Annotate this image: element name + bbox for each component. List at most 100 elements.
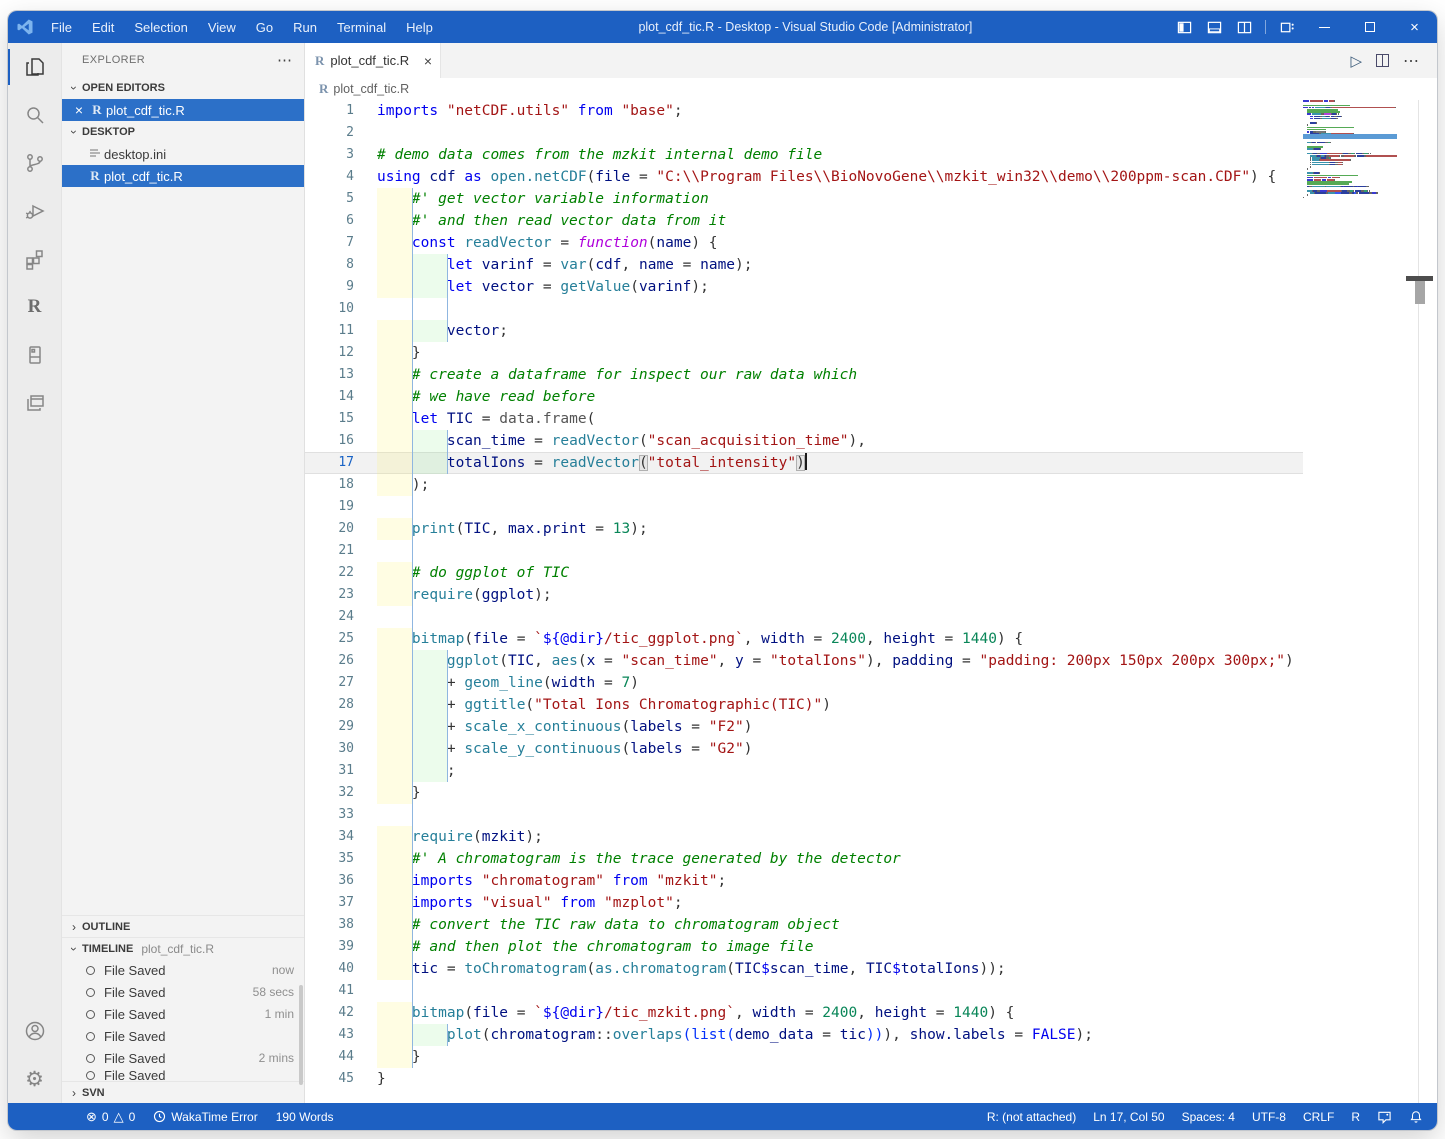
minimize-button[interactable]	[1302, 11, 1347, 43]
code-line[interactable]: 33	[305, 804, 1303, 826]
code-line[interactable]: 39 # and then plot the chromatogram to i…	[305, 936, 1303, 958]
code-line[interactable]: 8 let varinf = var(cdf, name = name);	[305, 254, 1303, 276]
windows-icon[interactable]	[8, 379, 61, 427]
code-line[interactable]: 9 let vector = getValue(varinf);	[305, 276, 1303, 298]
code-line[interactable]: 20 print(TIC, max.print = 13);	[305, 518, 1303, 540]
code-line[interactable]: 7 const readVector = function(name) {	[305, 232, 1303, 254]
code-line[interactable]: 37 imports "visual" from "mzplot";	[305, 892, 1303, 914]
code-line[interactable]: 30 + scale_y_continuous(labels = "G2")	[305, 738, 1303, 760]
timeline-item[interactable]: File Savednow	[62, 959, 304, 981]
timeline-item[interactable]: File Saved	[62, 1025, 304, 1047]
code-line[interactable]: 1imports "netCDF.utils" from "base";	[305, 100, 1303, 122]
r-language-icon[interactable]: R	[8, 283, 61, 331]
run-file-icon[interactable]: ▷	[1350, 52, 1362, 70]
code-line[interactable]: 26 ggplot(TIC, aes(x = "scan_time", y = …	[305, 650, 1303, 672]
section-timeline[interactable]: › TIMELINE plot_cdf_tic.R	[62, 937, 304, 959]
problems-indicator[interactable]: ⊗ 0 △ 0	[86, 1109, 135, 1125]
bell-icon[interactable]	[1409, 1110, 1423, 1124]
open-editor-item[interactable]: × R plot_cdf_tic.R	[62, 99, 304, 121]
language-mode[interactable]: R	[1351, 1110, 1360, 1124]
code-line[interactable]: 13 # create a dataframe for inspect our …	[305, 364, 1303, 386]
section-outline[interactable]: › OUTLINE	[62, 915, 304, 937]
code-line[interactable]: 38 # convert the TIC raw data to chromat…	[305, 914, 1303, 936]
layout-panel-icon[interactable]	[1199, 14, 1229, 40]
menu-file[interactable]: File	[42, 17, 81, 38]
extensions-icon[interactable]	[8, 235, 61, 283]
code-line[interactable]: 22 # do ggplot of TIC	[305, 562, 1303, 584]
code-line[interactable]: 44 }	[305, 1046, 1303, 1068]
run-debug-icon[interactable]	[8, 187, 61, 235]
code-line[interactable]: 27 + geom_line(width = 7)	[305, 672, 1303, 694]
minimap[interactable]	[1303, 100, 1397, 1103]
close-icon[interactable]: ×	[70, 102, 88, 118]
file-item-desktop-ini[interactable]: desktop.ini	[62, 143, 304, 165]
encoding[interactable]: UTF-8	[1252, 1110, 1286, 1124]
code-line[interactable]: 14 # we have read before	[305, 386, 1303, 408]
code-line[interactable]: 21	[305, 540, 1303, 562]
code-line[interactable]: 2	[305, 122, 1303, 144]
menu-help[interactable]: Help	[397, 17, 442, 38]
source-control-icon[interactable]	[8, 139, 61, 187]
file-item-plot-cdf-tic[interactable]: R plot_cdf_tic.R	[62, 165, 304, 187]
more-actions-icon[interactable]: ⋯	[1403, 51, 1419, 71]
code-line[interactable]: 32 }	[305, 782, 1303, 804]
section-svn[interactable]: › SVN	[62, 1081, 304, 1103]
account-icon[interactable]	[8, 1007, 61, 1055]
maximize-button[interactable]	[1347, 11, 1392, 43]
code-line[interactable]: 5 #' get vector variable information	[305, 188, 1303, 210]
sidebar-scrollbar[interactable]	[299, 985, 303, 1085]
code-line[interactable]: 35 #' A chromatogram is the trace genera…	[305, 848, 1303, 870]
r-session-status[interactable]: R: (not attached)	[987, 1110, 1076, 1124]
eol-sequence[interactable]: CRLF	[1303, 1110, 1334, 1124]
code-line[interactable]: 18 );	[305, 474, 1303, 496]
code-line[interactable]: 42 bitmap(file = `${@dir}/tic_mzkit.png`…	[305, 1002, 1303, 1024]
code-editor[interactable]: 1imports "netCDF.utils" from "base";23# …	[305, 100, 1437, 1103]
menu-view[interactable]: View	[199, 17, 245, 38]
code-line[interactable]: 12 }	[305, 342, 1303, 364]
code-line[interactable]: 15 let TIC = data.frame(	[305, 408, 1303, 430]
timeline-item[interactable]: File Saved1 min	[62, 1003, 304, 1025]
code-line[interactable]: 28 + ggtitle("Total Ions Chromatographic…	[305, 694, 1303, 716]
code-line[interactable]: 10	[305, 298, 1303, 320]
code-line[interactable]: 41	[305, 980, 1303, 1002]
code-line[interactable]: 31 ;	[305, 760, 1303, 782]
code-line[interactable]: 6 #' and then read vector data from it	[305, 210, 1303, 232]
code-line[interactable]: 3# demo data comes from the mzkit intern…	[305, 144, 1303, 166]
code-line[interactable]: 45}	[305, 1068, 1303, 1090]
menu-run[interactable]: Run	[284, 17, 326, 38]
tab-close-icon[interactable]: ×	[424, 53, 432, 69]
code-line[interactable]: 19	[305, 496, 1303, 518]
split-editor-icon[interactable]	[1376, 54, 1389, 67]
code-line[interactable]: 23 require(ggplot);	[305, 584, 1303, 606]
code-line[interactable]: 17 totalIons = readVector("total_intensi…	[305, 452, 1303, 474]
wakatime-status[interactable]: WakaTime Error	[153, 1110, 257, 1124]
menu-selection[interactable]: Selection	[125, 17, 196, 38]
code-line[interactable]: 29 + scale_x_continuous(labels = "F2")	[305, 716, 1303, 738]
menu-edit[interactable]: Edit	[83, 17, 123, 38]
code-line[interactable]: 4using cdf as open.netCDF(file = "C:\\Pr…	[305, 166, 1303, 188]
word-count[interactable]: 190 Words	[276, 1110, 334, 1124]
code-line[interactable]: 24	[305, 606, 1303, 628]
settings-gear-icon[interactable]: ⚙	[8, 1055, 61, 1103]
code-line[interactable]: 25 bitmap(file = `${@dir}/tic_ggplot.png…	[305, 628, 1303, 650]
tab-plot-cdf-tic[interactable]: R plot_cdf_tic.R ×	[305, 43, 441, 78]
notebook-icon[interactable]	[8, 331, 61, 379]
code-line[interactable]: 36 imports "chromatogram" from "mzkit";	[305, 870, 1303, 892]
section-folder-desktop[interactable]: › DESKTOP	[62, 121, 304, 143]
timeline-item[interactable]: File Saved	[62, 1069, 304, 1081]
timeline-item[interactable]: File Saved58 secs	[62, 981, 304, 1003]
more-actions-icon[interactable]: ⋯	[277, 51, 292, 69]
indentation[interactable]: Spaces: 4	[1182, 1110, 1235, 1124]
code-line[interactable]: 43 plot(chromatogram::overlaps(list(demo…	[305, 1024, 1303, 1046]
search-icon[interactable]	[8, 91, 61, 139]
code-line[interactable]: 16 scan_time = readVector("scan_acquisit…	[305, 430, 1303, 452]
code-line[interactable]: 11 vector;	[305, 320, 1303, 342]
timeline-item[interactable]: File Saved2 mins	[62, 1047, 304, 1069]
feedback-icon[interactable]	[1377, 1110, 1392, 1124]
menu-terminal[interactable]: Terminal	[328, 17, 395, 38]
close-button[interactable]: ×	[1392, 11, 1437, 43]
menu-go[interactable]: Go	[247, 17, 282, 38]
code-line[interactable]: 40 tic = toChromatogram(as.chromatogram(…	[305, 958, 1303, 980]
cursor-position[interactable]: Ln 17, Col 50	[1093, 1110, 1164, 1124]
layout-customize-icon[interactable]	[1272, 14, 1302, 40]
